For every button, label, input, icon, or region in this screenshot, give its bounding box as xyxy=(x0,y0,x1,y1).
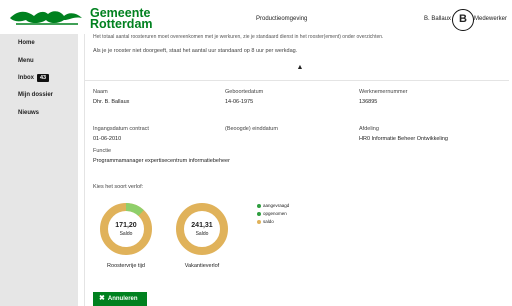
ingangsdatum-label: Ingangsdatum contract xyxy=(93,126,149,132)
sidebar-item-nieuws[interactable]: Nieuws xyxy=(18,110,39,116)
functie-value: Programmamanager expertisecentrum inform… xyxy=(93,158,230,164)
cancel-label: Annuleren xyxy=(107,296,138,302)
legend-label: aangevraagd xyxy=(263,203,290,208)
legend-dot xyxy=(257,211,261,216)
sidebar-item-label: Inbox xyxy=(18,75,34,81)
einddatum-label: (Beoogde) einddatum xyxy=(225,126,278,132)
main-content: Het totaal aantal roosteruren moet overe… xyxy=(78,34,512,306)
info-text: Als je je rooster niet doorgeeft, staat … xyxy=(93,48,298,54)
sidebar-item-home[interactable]: Home xyxy=(18,40,35,46)
sidebar-item-mijn-dossier[interactable]: Mijn dossier xyxy=(18,92,53,98)
donut-value: 171,20 xyxy=(115,222,137,229)
saldo-arc xyxy=(100,203,152,255)
werknemernummer-label: Werknemernummer xyxy=(359,89,408,95)
user-name[interactable]: B. Ballaux xyxy=(424,16,451,22)
brand-line2: Rotterdam xyxy=(90,17,153,31)
afdeling-label: Afdeling xyxy=(359,126,379,132)
afdeling-value: HR0 Informatie Beheer Ontwikkeling xyxy=(359,136,448,142)
user-role: Medewerker xyxy=(474,16,508,22)
donut-value: 241,31 xyxy=(191,222,213,229)
brand-name: Gemeente Rotterdam xyxy=(90,7,153,31)
sidebar-item-menu[interactable]: Menu xyxy=(18,58,34,64)
rotterdam-lion-logo[interactable] xyxy=(8,6,84,30)
leave-donut-vakantieverlof[interactable] xyxy=(175,202,229,256)
leave-type-title: Kies het soort verlof: xyxy=(93,184,144,190)
details-panel: Het totaal aantal roosteruren moet overe… xyxy=(84,34,509,306)
donut-sublabel: Saldo xyxy=(119,231,133,237)
divider xyxy=(85,80,509,81)
sidebar: Home Menu Inbox 43 Mijn dossier Nieuws xyxy=(0,34,78,306)
legend-item-saldo: saldo xyxy=(257,219,274,224)
legend-dot xyxy=(257,219,261,224)
werknemernummer-value: 136895 xyxy=(359,99,378,105)
geboortedatum-label: Geboortedatum xyxy=(225,89,264,95)
collapse-toggle[interactable]: ▲ xyxy=(93,64,507,78)
close-icon: ✖ xyxy=(99,295,105,302)
top-bar: Gemeente Rotterdam Productieomgeving B. … xyxy=(0,0,512,34)
inbox-count-badge: 43 xyxy=(37,74,50,82)
naam-value: Dhr. B. Ballaux xyxy=(93,99,130,105)
donut-caption: Vakantieverlof xyxy=(184,263,220,269)
legend-dot xyxy=(257,203,261,208)
ingangsdatum-value: 01-06-2010 xyxy=(93,136,122,142)
legend-label: opgenomen xyxy=(263,211,287,216)
legend-item-opgenomen: opgenomen xyxy=(257,211,287,216)
donut-caption: Roostervrije tijd xyxy=(107,263,145,269)
environment-label: Productieomgeving xyxy=(256,16,308,22)
sidebar-item-inbox[interactable]: Inbox 43 xyxy=(18,74,50,82)
avatar[interactable]: B xyxy=(452,9,474,31)
saldo-arc xyxy=(176,203,228,255)
cancel-button[interactable]: ✖ Annuleren xyxy=(93,292,147,306)
geboortedatum-value: 14-06-1975 xyxy=(225,99,254,105)
chevron-up-icon[interactable]: ▲ xyxy=(297,64,304,71)
leave-donut-roostervrije-tijd[interactable] xyxy=(99,202,153,256)
donut-sublabel: Saldo xyxy=(195,231,209,237)
legend-item-aangevraagd: aangevraagd xyxy=(257,203,289,208)
intro-text: Het totaal aantal roosteruren moet overe… xyxy=(93,34,384,40)
functie-label: Functie xyxy=(93,148,112,154)
naam-label: Naam xyxy=(93,89,108,95)
legend-label: saldo xyxy=(263,219,274,224)
